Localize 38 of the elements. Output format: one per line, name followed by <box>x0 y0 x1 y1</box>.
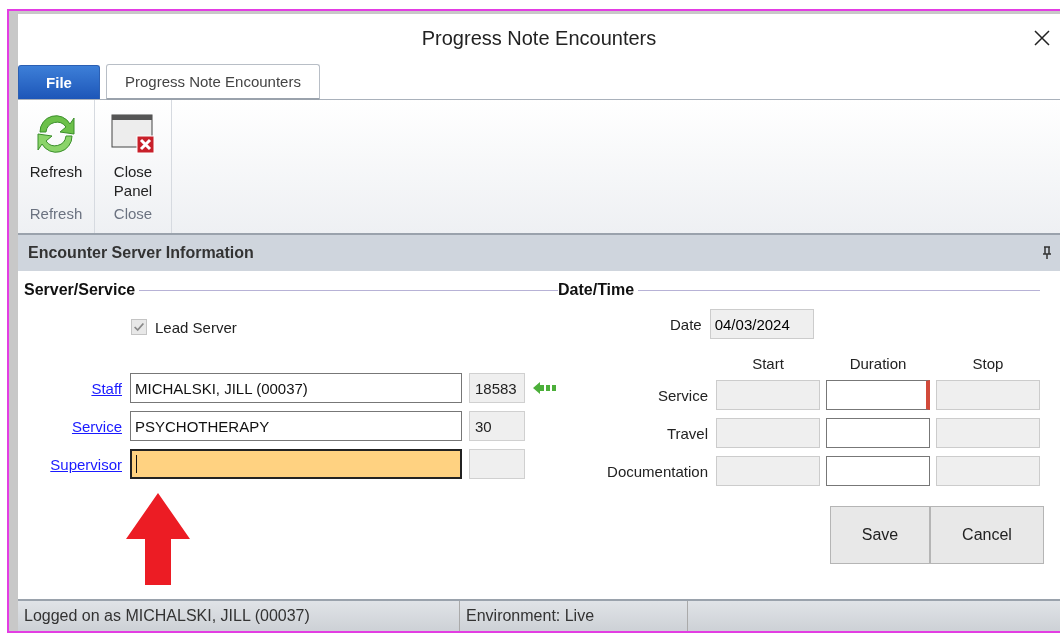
section-title: Date/Time <box>558 281 635 299</box>
date-label: Date <box>670 315 702 333</box>
column-header: Duration <box>848 355 908 372</box>
text-field[interactable] <box>130 449 462 479</box>
panel-title: Encounter Server Information <box>28 244 254 262</box>
row-label: Service <box>656 386 709 404</box>
column-header: Stop <box>971 355 1005 372</box>
cancel-button[interactable]: Cancel <box>930 506 1044 564</box>
duration-field[interactable] <box>826 380 930 410</box>
field-link[interactable]: Supervisor <box>24 455 122 473</box>
field-link[interactable]: Staff <box>24 379 122 397</box>
code-field: 30 <box>469 411 525 441</box>
row-label: Documentation <box>606 462 709 480</box>
ribbon-group-label: Refresh <box>29 205 83 224</box>
field-link[interactable]: Service <box>24 417 122 435</box>
row-label: Travel <box>665 424 709 442</box>
close-panel-button[interactable]: Close Panel <box>101 100 165 205</box>
file-tab[interactable]: File <box>18 65 100 99</box>
window-title: Progress Note Encounters <box>421 26 657 50</box>
duration-field[interactable] <box>826 456 930 486</box>
pin-icon[interactable] <box>1042 246 1052 260</box>
save-button[interactable]: Save <box>830 506 930 564</box>
arrow-icon[interactable] <box>532 381 558 395</box>
ribbon-tab[interactable]: Progress Note Encounters <box>106 64 320 100</box>
checkbox-label: Lead Server <box>155 318 237 336</box>
text-field[interactable]: PSYCHOTHERAPY <box>130 411 462 441</box>
section-title: Server/Service <box>24 281 136 299</box>
code-field: 18583 <box>469 373 525 403</box>
date-field: 04/03/2024 <box>709 309 814 339</box>
ribbon-group-label: Close <box>113 205 153 224</box>
code-field <box>469 449 525 479</box>
close-icon[interactable] <box>1034 30 1050 46</box>
duration-field[interactable] <box>826 418 930 448</box>
text-field[interactable]: MICHALSKI, JILL (00037) <box>130 373 462 403</box>
refresh-button[interactable]: Refresh <box>24 100 88 205</box>
status-text: Logged on as MICHALSKI, JILL (00037) <box>18 601 460 631</box>
status-text: Environment: Live <box>460 601 688 631</box>
column-header: Start <box>751 355 785 372</box>
